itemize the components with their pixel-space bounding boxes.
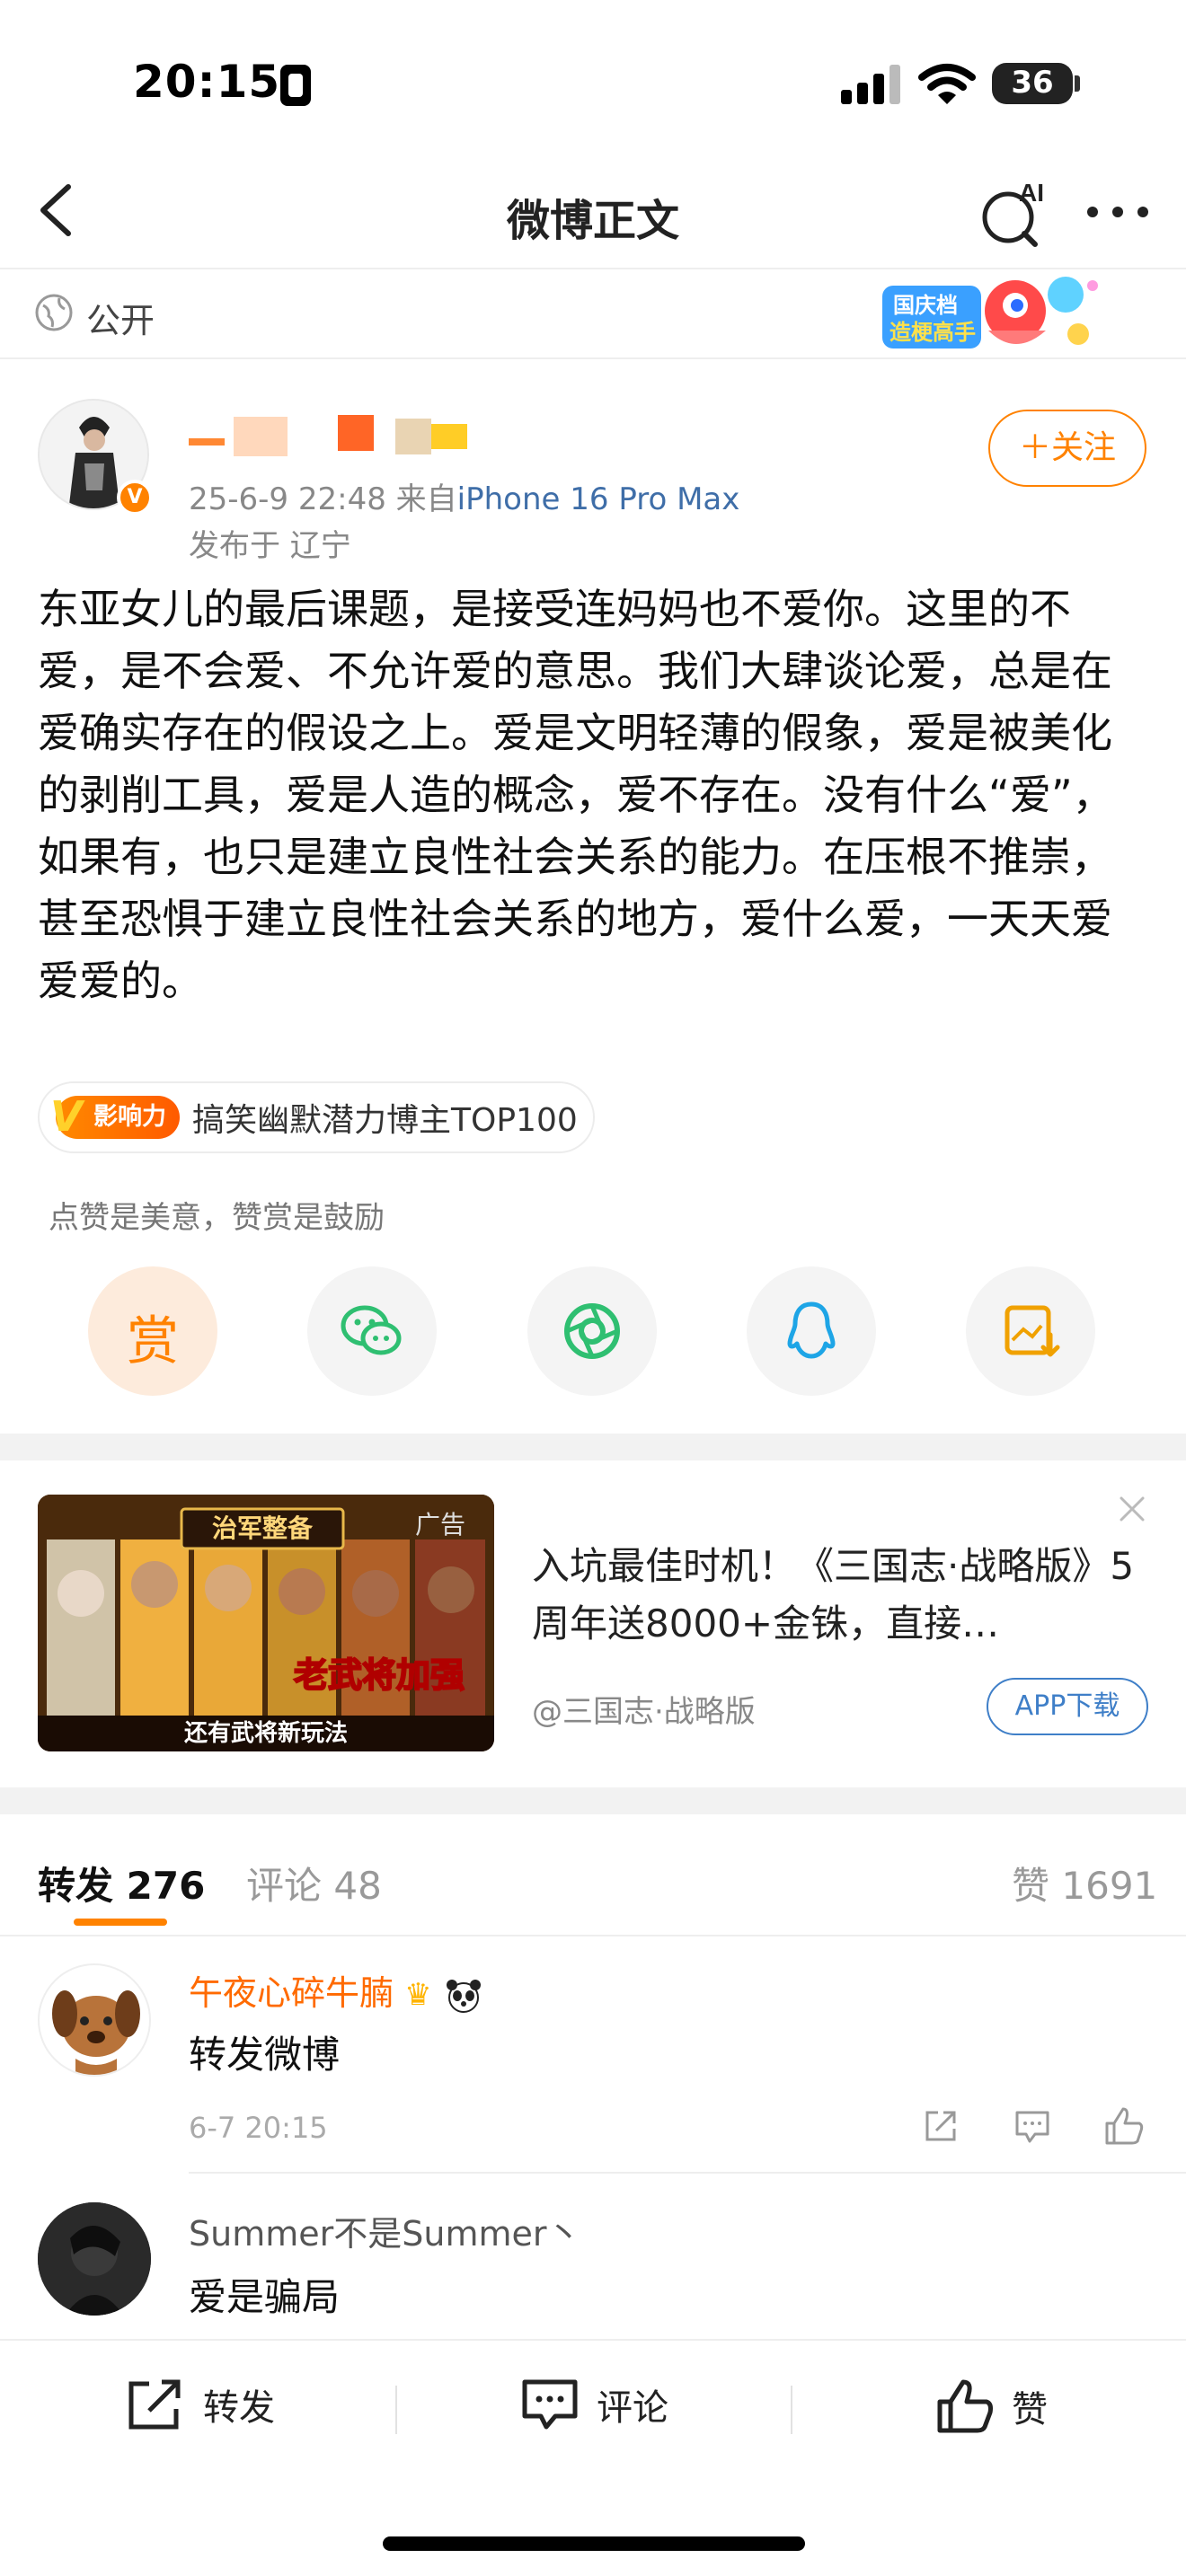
qq-icon (787, 1301, 836, 1359)
bottom-repost-button[interactable]: 转发 (124, 2377, 275, 2432)
ai-search-button[interactable]: AI (979, 176, 1060, 248)
repost-time: 6-7 20:15 (189, 2111, 328, 2145)
post-text: 东亚女儿的最后课题，是接受连妈妈也不爱你。这里的不爱，是不会爱、不允许爱的意思。… (38, 585, 1114, 1005)
reward-button[interactable]: 赏 (88, 1266, 217, 1396)
influence-text: 搞笑幽默潜力博主TOP100 (192, 1102, 578, 1139)
more-options-button[interactable] (1084, 189, 1155, 234)
globe-icon (34, 293, 74, 336)
svg-text:国庆档: 国庆档 (893, 293, 958, 318)
share-qq-button[interactable] (747, 1266, 876, 1396)
influence-badge: 影响力 (50, 1092, 180, 1141)
save-image-icon (1005, 1305, 1060, 1357)
panda-icon (446, 1979, 481, 2013)
like-count: 1691 (1061, 1864, 1158, 1908)
ad-image-caption-mid: 老武将加强 (294, 1655, 465, 1695)
repost-comment-button[interactable] (1012, 2105, 1053, 2150)
battery-tip (1075, 75, 1080, 92)
thumbs-up-icon (1105, 2107, 1144, 2145)
repost-user-name[interactable]: Summer不是Summer丶 (189, 2206, 580, 2255)
comment-icon (522, 2379, 578, 2430)
tab-likes[interactable]: 赞 1691 (1012, 1856, 1157, 1910)
bottom-comment-button[interactable]: 评论 (519, 2377, 668, 2432)
cellular-signal-icon (841, 65, 900, 104)
save-image-button[interactable] (966, 1266, 1095, 1396)
bottom-bar-separator (791, 2386, 792, 2434)
verified-badge-icon: V (117, 480, 153, 516)
post-source-prefix: 来自 (395, 481, 457, 517)
bottom-bar-separator (395, 2386, 397, 2434)
national-day-promo-badge[interactable]: 国庆档 造梗高手 (881, 268, 1105, 366)
follow-button[interactable]: ＋关注 (988, 410, 1146, 487)
close-icon (1120, 1496, 1145, 1522)
visibility-divider (0, 357, 1186, 359)
comment-count: 48 (333, 1864, 382, 1908)
home-indicator[interactable] (383, 2536, 805, 2551)
ad-close-button[interactable] (1114, 1491, 1150, 1531)
battery-icon: 36 (992, 63, 1073, 104)
repost-user-name[interactable]: 午夜心碎牛腩 ♛ (189, 1965, 484, 2015)
post-date: 25-6-9 22:48 (189, 481, 386, 517)
comment-icon (1015, 2111, 1049, 2143)
bottom-like-button[interactable]: 赞 (934, 2377, 1048, 2436)
share-wechat-button[interactable] (307, 1266, 437, 1396)
wifi-icon (918, 63, 976, 110)
visibility-label: 公开 (86, 301, 155, 340)
repost-body: 爱是骗局 (189, 2275, 341, 2319)
post-location: 发布于 辽宁 (189, 528, 351, 564)
wechat-icon (341, 1305, 402, 1355)
tabs-divider (0, 1935, 1186, 1936)
tab-reposts[interactable]: 转发 276 (38, 1856, 205, 1910)
author-name-redacted[interactable] (189, 411, 494, 462)
app-download-button[interactable]: APP下载 (987, 1678, 1148, 1735)
repost-avatar[interactable] (38, 2202, 151, 2316)
repost-body: 转发微博 (189, 2033, 341, 2077)
thumbs-up-icon (937, 2379, 993, 2433)
influence-tag[interactable]: 影响力 搞笑幽默潜力博主TOP100 (38, 1081, 595, 1153)
repost-forward-button[interactable] (920, 2105, 961, 2150)
repost-count: 276 (126, 1864, 206, 1908)
active-tab-indicator (74, 1919, 167, 1926)
battery-level: 36 (1011, 65, 1054, 101)
ad-source[interactable]: @三国志·战略版 (532, 1687, 756, 1731)
repost-avatar[interactable] (38, 1963, 151, 2077)
ad-tag: 广告 (415, 1510, 466, 1539)
moments-icon (564, 1303, 620, 1359)
search-icon: AI (982, 179, 1044, 247)
ad-image-caption-top: 治军整备 (212, 1513, 314, 1543)
reward-icon: 赏 (126, 1310, 179, 1372)
section-gap (0, 1787, 1186, 1814)
crown-icon: ♛ (404, 1977, 432, 2013)
svg-text:造梗高手: 造梗高手 (890, 320, 976, 345)
section-gap (0, 1434, 1186, 1460)
ad-title[interactable]: 入坑最佳时机！《三国志·战略版》5周年送8000+金铢，直接… (532, 1538, 1152, 1653)
ai-label: AI (1019, 179, 1044, 207)
share-moments-button[interactable] (527, 1266, 657, 1396)
status-time: 20:15 (133, 56, 281, 108)
reward-hint: 点赞是美意，赞赏是鼓励 (49, 1200, 385, 1236)
post-device[interactable]: iPhone 16 Pro Max (457, 481, 740, 517)
sim-card-icon (280, 65, 311, 106)
repost-like-button[interactable] (1102, 2104, 1146, 2152)
forward-icon (128, 2379, 181, 2430)
repost-divider (189, 2172, 1186, 2174)
forward-icon (925, 2111, 956, 2141)
ad-image-caption-bottom: 还有武将新玩法 (184, 1719, 348, 1747)
tab-comments[interactable]: 评论 48 (246, 1856, 382, 1910)
post-meta: 25-6-9 22:48 来自iPhone 16 Pro Max (189, 474, 739, 518)
